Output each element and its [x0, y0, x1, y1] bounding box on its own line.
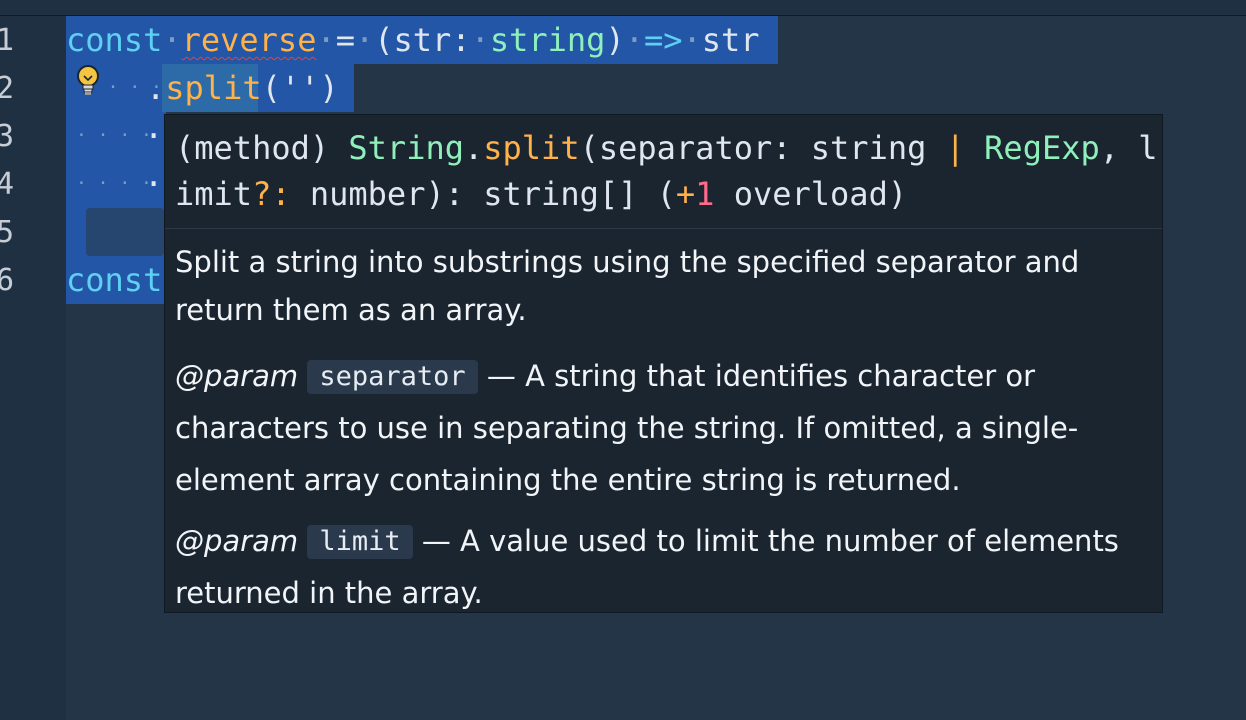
- code-line-4: ·: [144, 160, 163, 208]
- param-separator-doc: @param separator — A string that identif…: [175, 350, 1150, 506]
- colon: :: [451, 21, 471, 59]
- line-number: 4: [0, 167, 15, 202]
- line-number: 3: [0, 119, 15, 154]
- method-signature: (method) String.split(separator: string …: [175, 125, 1158, 217]
- param-name-chip: separator: [307, 360, 478, 394]
- split-args: (''): [261, 69, 339, 107]
- param-tag: @param: [175, 524, 299, 558]
- code-line-1: const·reverse·=·(str:·string)·=>·str: [66, 21, 760, 59]
- line-number: 6: [0, 263, 15, 298]
- method-split: split: [165, 69, 262, 107]
- signature-regexp: RegExp: [964, 129, 1100, 167]
- body-expression: str: [701, 21, 760, 59]
- signature-return: number): string[] (: [290, 175, 676, 213]
- signature-prefix: (method): [175, 129, 349, 167]
- line-number: 1: [0, 23, 15, 58]
- signature-overload: overload): [714, 175, 908, 213]
- signature-method: split: [483, 129, 580, 167]
- code-line-3: ·: [144, 112, 163, 160]
- hover-divider: [165, 228, 1162, 229]
- close-paren: ): [605, 21, 625, 59]
- signature-pipe: |: [945, 129, 965, 167]
- signature-line2-start: imit: [175, 175, 253, 213]
- member-dot: ·: [144, 117, 164, 155]
- param-limit-doc: @param limit — A value used to limit the…: [175, 515, 1150, 619]
- signature-plus: +: [675, 175, 696, 213]
- line-number: 5: [0, 215, 15, 250]
- param-name: str: [393, 21, 452, 59]
- keyword-const: const: [66, 21, 163, 59]
- function-name: reverse: [181, 21, 317, 59]
- line-number-gutter: 1 2 3 4 5 6: [0, 16, 66, 720]
- signature-optional: ?:: [252, 175, 291, 213]
- hover-tooltip: (method) String.split(separator: string …: [164, 114, 1163, 613]
- signature-dot: .: [463, 129, 484, 167]
- param-name-chip: limit: [307, 525, 413, 559]
- indent-highlight: [86, 208, 164, 256]
- equals-sign: =: [335, 21, 355, 59]
- member-dot: ·: [144, 165, 164, 203]
- lightbulb-icon[interactable]: [74, 64, 102, 98]
- code-line-6: const: [66, 256, 162, 304]
- signature-class: String: [348, 129, 464, 167]
- method-description: Split a string into substrings using the…: [175, 245, 1080, 327]
- line-number: 2: [0, 71, 15, 106]
- signature-cont: , l: [1099, 129, 1158, 167]
- param-type: string: [489, 21, 606, 59]
- signature-overload-count: 1: [695, 175, 715, 213]
- signature-params: (separator: string: [579, 129, 946, 167]
- open-paren: (: [374, 21, 394, 59]
- param-tag: @param: [175, 359, 299, 393]
- keyword-const: const: [66, 261, 163, 299]
- code-editor[interactable]: 1 2 3 4 5 6 const·reverse·=·(str:·string…: [0, 0, 1246, 720]
- arrow: =>: [643, 21, 683, 59]
- code-line-2: .split(''): [146, 64, 339, 112]
